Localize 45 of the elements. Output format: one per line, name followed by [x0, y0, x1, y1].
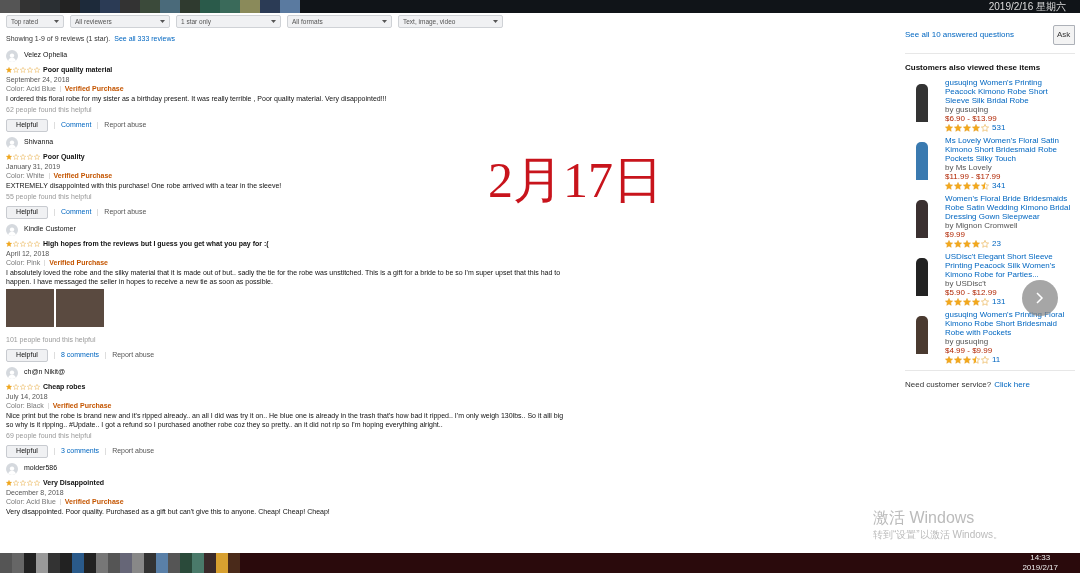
avatar-icon	[6, 366, 18, 379]
taskbar-date: 2019/2/17	[1022, 563, 1058, 573]
date-annotation: 2月17日	[488, 155, 663, 205]
taskbar-date: 2019/2/16 星期六	[988, 1, 1067, 12]
caret-icon	[271, 20, 276, 23]
avatar-icon	[6, 136, 18, 149]
product-title-link[interactable]: Women's Floral Bride Bridesmaids Robe Satin Wedding Kimono Bridal Dressing Gown Sleepwear	[945, 194, 1073, 221]
avatar-icon	[6, 49, 18, 62]
product-price: $4.99 - $9.99	[945, 346, 994, 355]
product-title-link[interactable]: USDisc't Elegant Short Sleeve Printing Peacock Silk Women's Kimono Robe for Parties...	[945, 252, 1073, 279]
caret-icon	[382, 20, 387, 23]
rating-count-link[interactable]: 11	[992, 355, 1001, 364]
product-price: $9.99	[945, 230, 967, 239]
ask-button[interactable]: Ask	[1053, 25, 1075, 45]
customer-service-text: Need customer service?	[905, 379, 992, 391]
product-title-link[interactable]: Ms Lovely Women's Floral Satin Kimono Short Bridesmaid Robe Pockets Silky Touch	[945, 136, 1073, 163]
product-price: $5.90 - $12.99	[945, 288, 998, 297]
chevron-right-icon	[1036, 292, 1044, 304]
product-photo-placeholder[interactable]	[916, 84, 928, 122]
taskbar-time: 14:33	[1030, 553, 1051, 563]
product-price: $11.99 - $17.99	[945, 172, 1002, 181]
avatar-icon	[6, 462, 18, 475]
product-brand: by USDisc't	[945, 279, 988, 288]
product-price: $6.90 - $13.99	[945, 114, 998, 123]
product-photo-placeholder[interactable]	[916, 258, 928, 296]
rating-count-link[interactable]: 341	[992, 181, 1006, 190]
product-photo-placeholder[interactable]	[916, 316, 928, 354]
caret-icon	[493, 20, 498, 23]
rating-count-link[interactable]: 23	[992, 239, 1001, 248]
product-title-link[interactable]: gusuqing Women's Printing Floral Kimono Robe Short Bridesmaid Robe with Pockets	[945, 310, 1073, 337]
caret-icon	[160, 20, 165, 23]
product-brand: by gusuqing	[945, 337, 990, 346]
product-photo-placeholder[interactable]	[916, 200, 928, 238]
section-heading: Customers also viewed these items	[905, 62, 1042, 74]
avatar-icon	[6, 223, 18, 236]
caret-icon	[54, 20, 59, 23]
activation-title: 激活 Windows	[873, 509, 976, 527]
product-brand: by Ms Lovely	[945, 163, 993, 172]
rating-count-link[interactable]: 131	[992, 297, 1006, 306]
product-brand: by Mignon Cromwell	[945, 221, 1019, 230]
product-title-link[interactable]: gusuqing Women's Printing Peacock Kimono Robe Short Sleeve Silk Bridal Robe	[945, 78, 1073, 105]
answered-questions-link[interactable]: See all 10 answered questions	[905, 29, 1014, 41]
click-here-link[interactable]: Click here	[994, 379, 1030, 391]
product-brand: by gusuqing	[945, 105, 990, 114]
rating-count-link[interactable]: 531	[992, 123, 1006, 132]
